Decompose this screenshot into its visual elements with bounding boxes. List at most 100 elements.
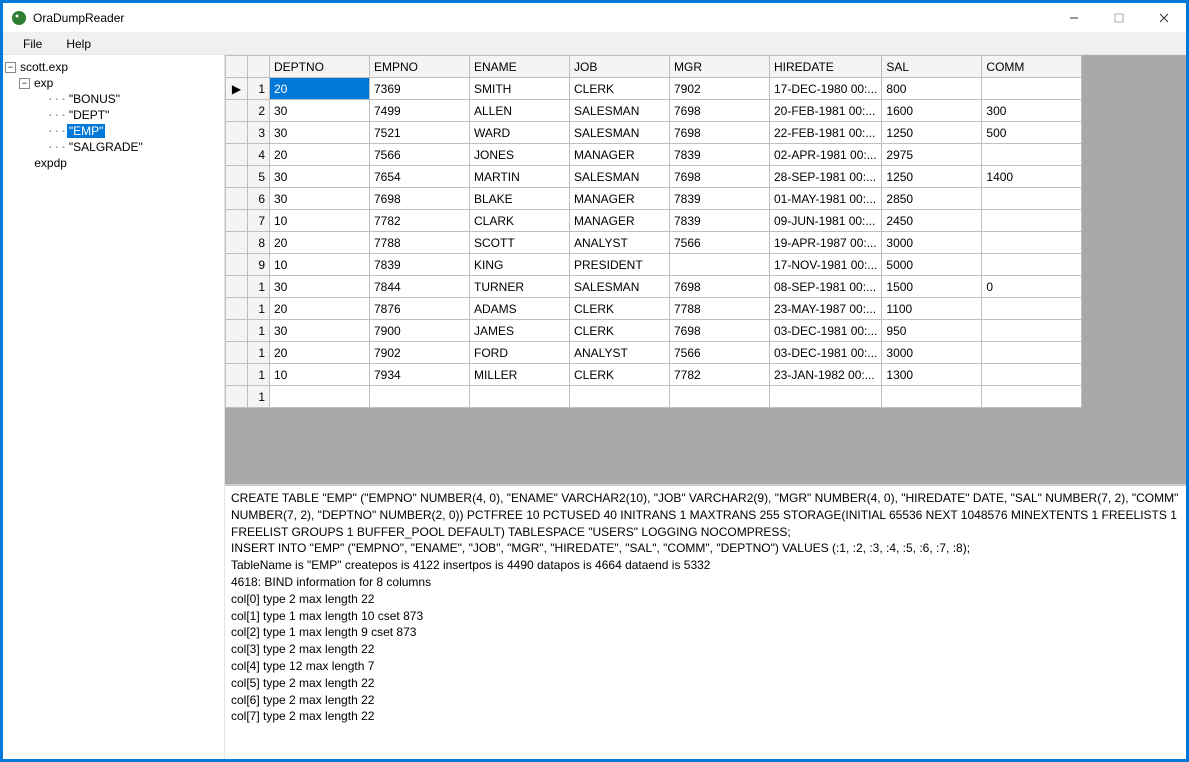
column-header[interactable]: EMPNO [370,56,470,78]
cell[interactable]: 23-MAY-1987 00:... [770,298,882,320]
cell[interactable]: MARTIN [470,166,570,188]
cell[interactable] [670,254,770,276]
cell[interactable]: 7369 [370,78,470,100]
cell[interactable]: 7839 [370,254,470,276]
column-header[interactable]: SAL [882,56,982,78]
cell[interactable]: 300 [982,100,1082,122]
cell[interactable]: 28-SEP-1981 00:... [770,166,882,188]
cell[interactable]: 08-SEP-1981 00:... [770,276,882,298]
cell[interactable]: 7566 [670,342,770,364]
cell[interactable] [982,188,1082,210]
cell[interactable]: 7839 [670,188,770,210]
cell[interactable]: 5000 [882,254,982,276]
cell[interactable]: MANAGER [570,144,670,166]
cell[interactable]: 20 [270,144,370,166]
column-header[interactable]: ENAME [470,56,570,78]
tree-root[interactable]: − scott.exp [5,59,222,75]
table-row[interactable]: 4207566JONESMANAGER783902-APR-1981 00:..… [226,144,1082,166]
cell[interactable]: 7566 [370,144,470,166]
cell[interactable]: 1300 [882,364,982,386]
maximize-button[interactable] [1096,3,1141,32]
table-row[interactable]: 5307654MARTINSALESMAN769828-SEP-1981 00:… [226,166,1082,188]
cell[interactable]: 23-JAN-1982 00:... [770,364,882,386]
table-row[interactable]: ▶1207369SMITHCLERK790217-DEC-1980 00:...… [226,78,1082,100]
table-row[interactable]: 1307844TURNERSALESMAN769808-SEP-1981 00:… [226,276,1082,298]
cell[interactable]: FORD [470,342,570,364]
cell[interactable]: 22-FEB-1981 00:... [770,122,882,144]
cell[interactable] [670,386,770,408]
table-row[interactable]: 1207876ADAMSCLERK778823-MAY-1987 00:...1… [226,298,1082,320]
cell[interactable]: 17-DEC-1980 00:... [770,78,882,100]
cell[interactable]: 7839 [670,144,770,166]
cell[interactable]: 7844 [370,276,470,298]
table-row[interactable]: 6307698BLAKEMANAGER783901-MAY-1981 00:..… [226,188,1082,210]
cell[interactable] [882,386,982,408]
cell[interactable]: 500 [982,122,1082,144]
column-header[interactable]: MGR [670,56,770,78]
cell[interactable]: 7698 [670,122,770,144]
cell[interactable]: JONES [470,144,570,166]
cell[interactable]: 7902 [670,78,770,100]
tree-item[interactable]: ··· "BONUS" [5,91,222,107]
tree-item[interactable]: ··· "EMP" [5,123,222,139]
cell[interactable]: 7900 [370,320,470,342]
cell[interactable] [982,342,1082,364]
close-button[interactable] [1141,3,1186,32]
cell[interactable]: 7876 [370,298,470,320]
cell[interactable]: 1600 [882,100,982,122]
cell[interactable]: 7698 [670,276,770,298]
cell[interactable] [982,232,1082,254]
cell[interactable]: 3000 [882,342,982,364]
cell[interactable]: 1500 [882,276,982,298]
table-row[interactable]: 3307521WARDSALESMAN769822-FEB-1981 00:..… [226,122,1082,144]
cell[interactable]: 7698 [370,188,470,210]
cell[interactable]: 2450 [882,210,982,232]
cell[interactable]: CLARK [470,210,570,232]
table-row[interactable]: 1307900JAMESCLERK769803-DEC-1981 00:...9… [226,320,1082,342]
cell[interactable]: 7902 [370,342,470,364]
cell[interactable] [982,298,1082,320]
cell[interactable]: 20 [270,298,370,320]
collapse-icon[interactable]: − [19,78,30,89]
cell[interactable]: 03-DEC-1981 00:... [770,342,882,364]
cell[interactable]: 7654 [370,166,470,188]
cell[interactable]: ANALYST [570,232,670,254]
cell[interactable]: 3000 [882,232,982,254]
cell[interactable]: SALESMAN [570,122,670,144]
column-header[interactable]: COMM [982,56,1082,78]
cell[interactable]: 7934 [370,364,470,386]
data-grid[interactable]: DEPTNOEMPNOENAMEJOBMGRHIREDATESALCOMM▶12… [225,55,1186,485]
cell[interactable]: SMITH [470,78,570,100]
cell[interactable]: 10 [270,254,370,276]
cell[interactable] [982,254,1082,276]
menu-file[interactable]: File [11,35,54,53]
cell[interactable]: 10 [270,364,370,386]
cell[interactable]: 7698 [670,166,770,188]
cell[interactable]: BLAKE [470,188,570,210]
column-header[interactable]: HIREDATE [770,56,882,78]
tree-node-expdp[interactable]: expdp [5,155,222,171]
cell[interactable]: 1250 [882,166,982,188]
cell[interactable] [982,210,1082,232]
cell[interactable]: 02-APR-1981 00:... [770,144,882,166]
cell[interactable]: WARD [470,122,570,144]
cell[interactable]: MANAGER [570,188,670,210]
cell[interactable]: 7499 [370,100,470,122]
cell[interactable] [982,78,1082,100]
cell[interactable]: ADAMS [470,298,570,320]
cell[interactable]: 2975 [882,144,982,166]
cell[interactable]: 30 [270,122,370,144]
cell[interactable]: 950 [882,320,982,342]
cell[interactable] [982,364,1082,386]
cell[interactable]: 20 [270,342,370,364]
cell[interactable]: 30 [270,320,370,342]
cell[interactable]: MANAGER [570,210,670,232]
cell[interactable]: CLERK [570,78,670,100]
column-header[interactable]: DEPTNO [270,56,370,78]
cell[interactable]: 7521 [370,122,470,144]
cell[interactable]: KING [470,254,570,276]
cell[interactable]: 0 [982,276,1082,298]
tree-item[interactable]: ··· "DEPT" [5,107,222,123]
cell[interactable]: 10 [270,210,370,232]
cell[interactable]: 30 [270,166,370,188]
